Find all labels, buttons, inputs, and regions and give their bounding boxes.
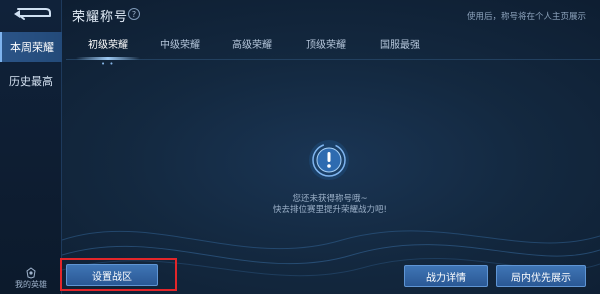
tab-beginner-honor[interactable]: 初级荣耀 bbox=[76, 28, 140, 58]
empty-state-line-1: 您还未获得称号哦~ bbox=[292, 194, 368, 204]
exclamation-badge-icon bbox=[309, 140, 349, 180]
honor-title-screen: 本周荣耀 历史最高 我的英雄 荣耀称号 ? 使用后，称号将在个人主页展示 初级荣… bbox=[0, 0, 600, 294]
tab-national-best[interactable]: 国服最强 bbox=[368, 28, 432, 58]
my-hero-label: 我的英雄 bbox=[15, 280, 47, 289]
hero-icon bbox=[26, 267, 36, 279]
usage-hint: 使用后，称号将在个人主页展示 bbox=[466, 12, 586, 22]
sidebar: 本周荣耀 历史最高 我的英雄 bbox=[0, 0, 62, 294]
sidebar-item-history-best[interactable]: 历史最高 bbox=[0, 66, 62, 96]
tab-label: 顶级荣耀 bbox=[306, 39, 346, 51]
question-icon[interactable]: ? bbox=[128, 8, 140, 20]
in-game-display-button[interactable]: 局内优先展示 bbox=[496, 265, 586, 287]
empty-state-line-2: 快去排位赛里提升荣耀战力吧! bbox=[273, 205, 387, 215]
tab-label: 高级荣耀 bbox=[232, 39, 272, 51]
my-hero-button[interactable]: 我的英雄 bbox=[0, 260, 62, 290]
sidebar-item-this-week[interactable]: 本周荣耀 bbox=[0, 32, 62, 62]
page-title: 荣耀称号 bbox=[72, 10, 129, 25]
tab-label: 初级荣耀 bbox=[88, 39, 128, 51]
honor-tabs: 初级荣耀 • • 中级荣耀 高级荣耀 顶级荣耀 国服最强 bbox=[66, 28, 600, 68]
tab-label: 国服最强 bbox=[380, 39, 420, 51]
back-button[interactable] bbox=[8, 4, 54, 24]
tab-intermediate-honor[interactable]: 中级荣耀 bbox=[148, 28, 212, 58]
power-details-button[interactable]: 战力详情 bbox=[404, 265, 488, 287]
sidebar-item-label: 历史最高 bbox=[9, 75, 53, 88]
tab-label: 中级荣耀 bbox=[160, 39, 200, 51]
tab-top-honor[interactable]: 顶级荣耀 bbox=[294, 28, 358, 58]
sidebar-item-label: 本周荣耀 bbox=[10, 41, 54, 54]
button-label: 战力详情 bbox=[426, 272, 466, 284]
back-arrow-icon bbox=[14, 8, 51, 20]
active-tab-dots: • • bbox=[101, 60, 115, 68]
highlight-box bbox=[60, 258, 177, 291]
tab-advanced-honor[interactable]: 高级荣耀 bbox=[220, 28, 284, 58]
empty-state-message: 您还未获得称号哦~ 快去排位赛里提升荣耀战力吧! bbox=[230, 194, 430, 216]
button-label: 局内优先展示 bbox=[511, 272, 571, 284]
